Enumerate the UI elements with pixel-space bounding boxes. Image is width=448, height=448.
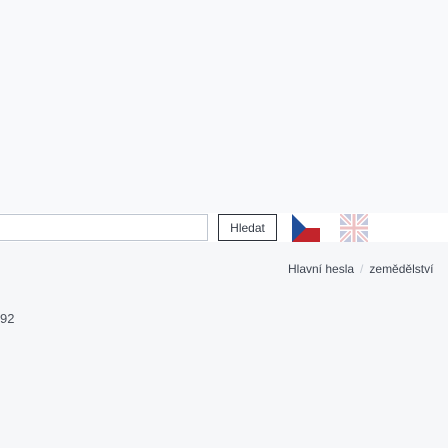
search-input[interactable]	[0, 214, 208, 241]
breadcrumb-item-zemedelstvi[interactable]: zemědělství	[369, 262, 433, 276]
breadcrumb: Hlavní hesla / zemědělství	[288, 262, 433, 276]
breadcrumb-separator: /	[360, 262, 364, 276]
search-button[interactable]: Hledat	[218, 214, 277, 241]
side-number: 92	[0, 311, 15, 326]
breadcrumb-item-hlavni-hesla[interactable]: Hlavní hesla	[288, 262, 354, 276]
top-area	[0, 0, 448, 213]
czech-flag-icon[interactable]	[292, 214, 320, 242]
english-flag-icon[interactable]	[340, 214, 368, 242]
